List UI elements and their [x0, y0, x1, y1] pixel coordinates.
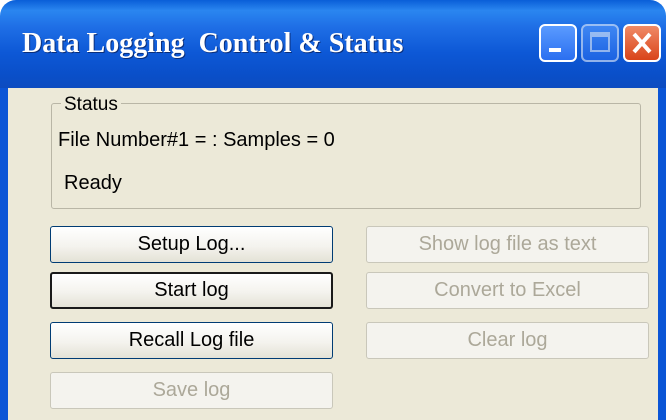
minimize-button[interactable]: [539, 24, 577, 62]
maximize-icon: [590, 32, 610, 52]
window-frame-right: [658, 88, 666, 420]
window-title: Data Logging Control & Status: [22, 28, 404, 59]
recall-log-file-button[interactable]: Recall Log file: [50, 322, 333, 359]
maximize-button[interactable]: [581, 24, 619, 62]
close-button[interactable]: [623, 24, 661, 62]
close-icon: [632, 32, 652, 54]
minimize-icon: [549, 48, 561, 52]
file-samples-status: File Number#1 = : Samples = 0: [58, 129, 335, 151]
start-log-button[interactable]: Start log: [50, 272, 333, 309]
show-log-as-text-button[interactable]: Show log file as text: [366, 226, 649, 263]
clear-log-button[interactable]: Clear log: [366, 322, 649, 359]
window-frame-left: [0, 88, 8, 420]
convert-to-excel-button[interactable]: Convert to Excel: [366, 272, 649, 309]
status-group-label: Status: [61, 94, 121, 116]
setup-log-button[interactable]: Setup Log...: [50, 226, 333, 263]
status-groupbox: [51, 103, 641, 209]
data-logging-window: Data Logging Control & Status Status Fil…: [0, 0, 666, 420]
save-log-button[interactable]: Save log: [50, 372, 333, 409]
title-bar[interactable]: Data Logging Control & Status: [0, 0, 666, 88]
ready-status: Ready: [64, 172, 122, 194]
